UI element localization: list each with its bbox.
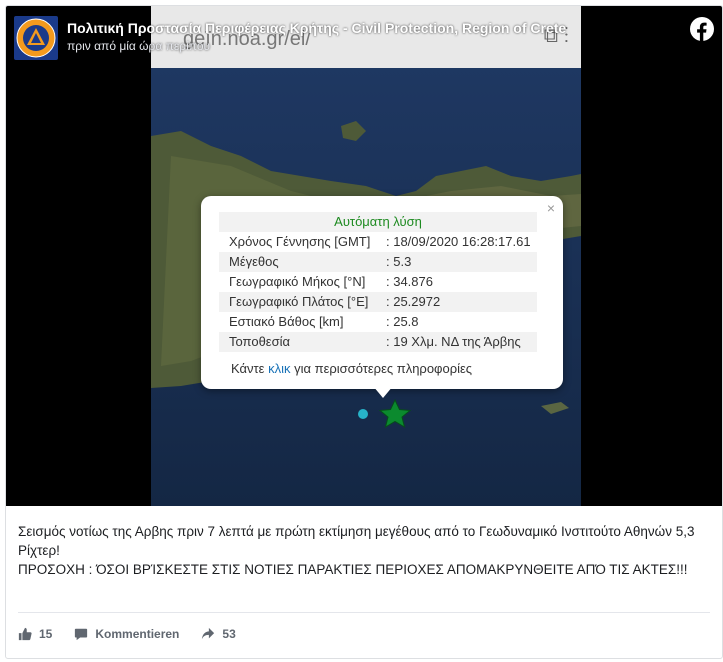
post-actions: 15 Kommentieren 53 <box>18 624 258 644</box>
popup-row-value: : 5.3 <box>386 254 412 269</box>
popup-row: Γεωγραφικό Πλάτος [°E] : 25.2972 <box>219 292 537 312</box>
thumbs-up-icon <box>18 627 32 641</box>
popup-row: Τοποθεσία : 19 Χλμ. ΝΔ της Άρβης <box>219 332 537 352</box>
popup-row-value: : 18/09/2020 16:28:17.61 <box>386 234 531 249</box>
post-timestamp[interactable]: πριν από μία ώρα περίπου <box>67 39 210 53</box>
popup-row-value: : 19 Χλμ. ΝΔ της Άρβης <box>386 334 521 349</box>
more-info-link[interactable]: κλικ <box>268 361 290 376</box>
popup-row-label: Τοποθεσία <box>229 334 291 349</box>
caption-line-1: Σεισμός νοτίως της Αρβης πριν 7 λεπτά με… <box>18 524 695 558</box>
popup-row-label: Γεωγραφικό Μήκος [°N] <box>229 274 366 289</box>
popup-row: Μέγεθος : 5.3 <box>219 252 537 272</box>
civil-protection-logo-icon <box>16 18 56 58</box>
facebook-icon[interactable] <box>690 17 714 41</box>
more-prefix: Κάντε <box>231 361 269 376</box>
share-arrow-icon <box>202 627 215 640</box>
caption-line-2: ΠΡΟΣΟΧΗ : ΌΣΟΙ ΒΡΊΣΚΕΣΤΕ ΣΤΙΣ ΝΟΤΙΕΣ ΠΑΡ… <box>18 562 688 577</box>
post-image[interactable]: geïn.noa.gr/el/ ⧉⋮ × Αυτόματη λύση Χρόνο… <box>6 6 722 506</box>
popup-row: Εστιακό Βάθος [km] : 25.8 <box>219 312 537 332</box>
like-button[interactable]: 15 <box>18 627 52 641</box>
post-header: Πολιτική Προστασία Περιφέρειας Κρήτης - … <box>6 6 722 64</box>
popup-row-label: Μέγεθος <box>229 254 279 269</box>
epicenter-star-icon <box>378 398 412 429</box>
popup-pointer <box>373 386 393 398</box>
popup-row-label: Γεωγραφικό Πλάτος [°E] <box>229 294 369 309</box>
page-avatar[interactable] <box>14 16 58 60</box>
share-count: 53 <box>222 627 236 641</box>
station-marker <box>358 409 368 419</box>
popup-title: Αυτόματη λύση <box>219 212 537 232</box>
popup-row-label: Εστιακό Βάθος [km] <box>229 314 344 329</box>
divider <box>18 612 710 613</box>
popup-row: Χρόνος Γέννησης [GMT] : 18/09/2020 16:28… <box>219 232 537 252</box>
more-suffix: για περισσότερες πληροφορίες <box>290 361 473 376</box>
popup-close-icon[interactable]: × <box>547 200 555 216</box>
page-name-link[interactable]: Πολιτική Προστασία Περιφέρειας Κρήτης - … <box>67 20 566 36</box>
popup-row-value: : 25.8 <box>386 314 419 329</box>
popup-row: Γεωγραφικό Μήκος [°N] : 34.876 <box>219 272 537 292</box>
popup-more-info: Κάντε κλικ για περισσότερες πληροφορίες <box>231 361 472 376</box>
popup-row-label: Χρόνος Γέννησης [GMT] <box>229 234 371 249</box>
post-caption: Σεισμός νοτίως της Αρβης πριν 7 λεπτά με… <box>18 522 713 579</box>
earthquake-info-popup: × Αυτόματη λύση Χρόνος Γέννησης [GMT] : … <box>201 196 563 389</box>
share-button[interactable]: 53 <box>201 627 236 641</box>
popup-row-value: : 34.876 <box>386 274 433 289</box>
facebook-post: geïn.noa.gr/el/ ⧉⋮ × Αυτόματη λύση Χρόνο… <box>5 5 723 659</box>
popup-row-value: : 25.2972 <box>386 294 441 309</box>
comment-icon <box>75 628 88 641</box>
comment-label: Kommentieren <box>95 627 180 641</box>
comment-button[interactable]: Kommentieren <box>74 627 179 641</box>
like-count: 15 <box>39 627 53 641</box>
